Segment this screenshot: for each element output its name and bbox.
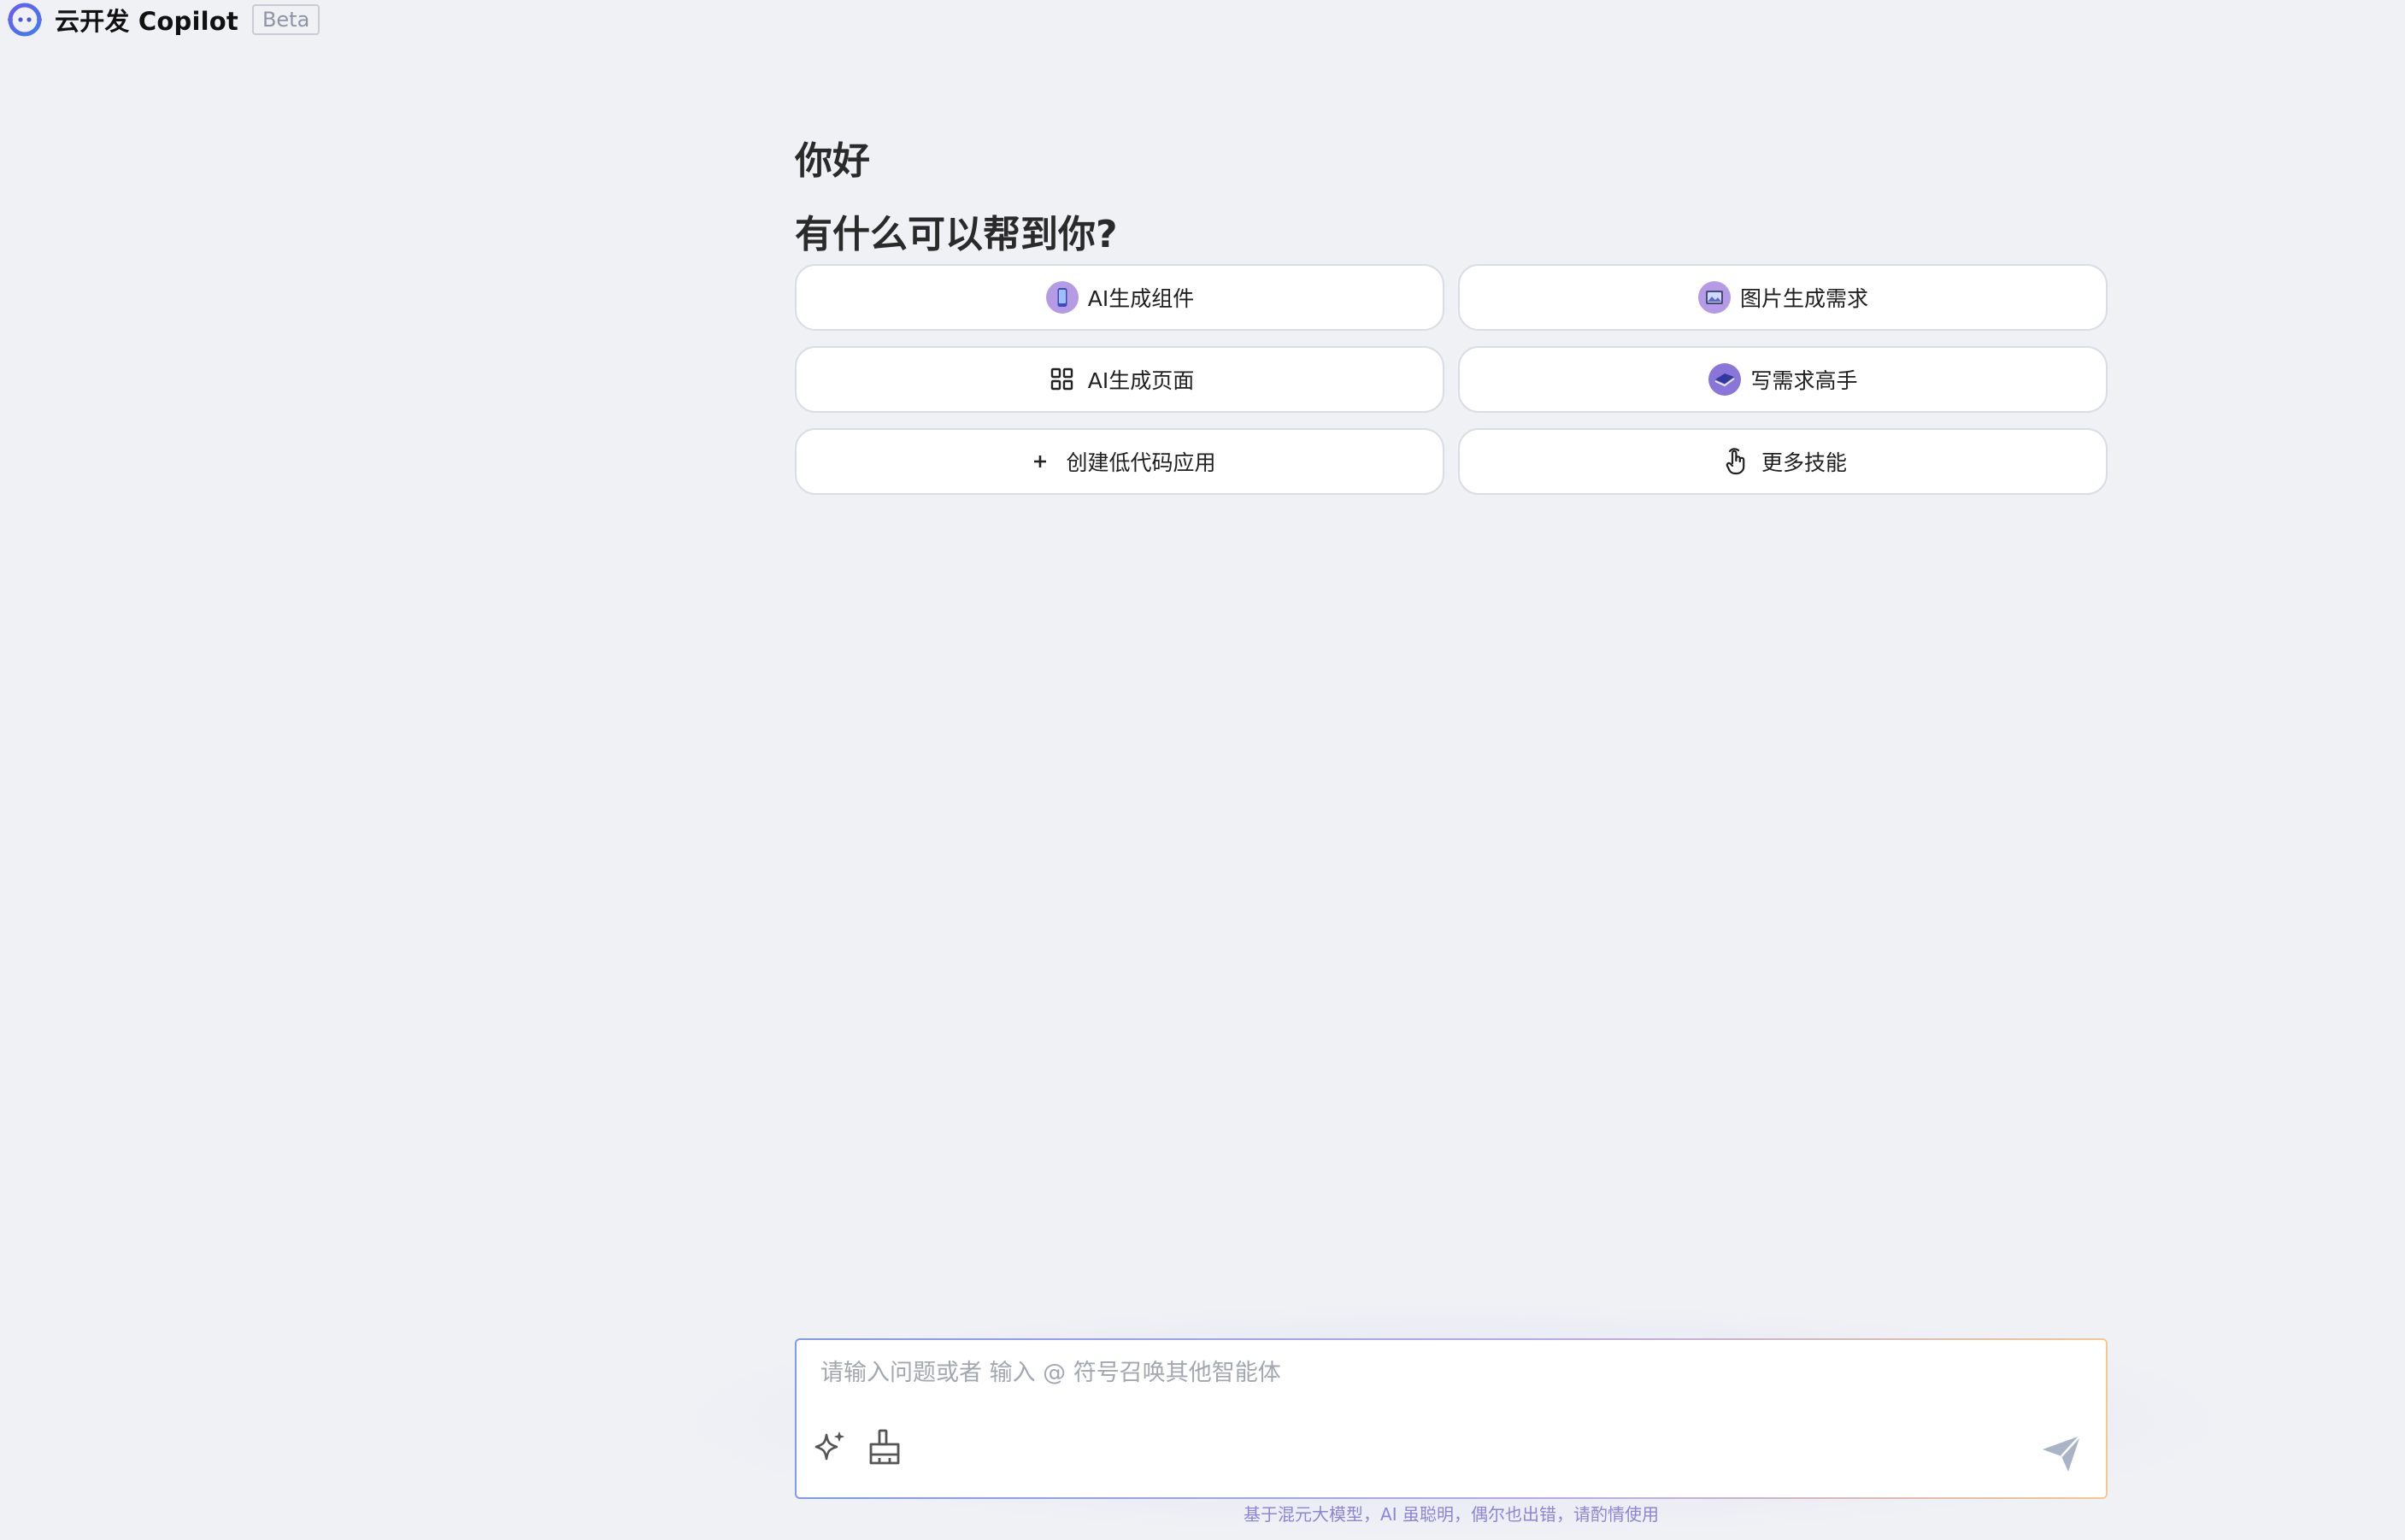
skill-button-image-requirement[interactable]: 图片生成需求	[1458, 264, 2108, 331]
skill-label: AI生成页面	[1087, 368, 1195, 393]
skill-button-ai-component[interactable]: AI生成组件	[795, 264, 1444, 331]
chat-composer	[795, 1338, 2108, 1499]
app-title: 云开发 Copilot	[55, 7, 238, 36]
skill-label: 创建低代码应用	[1066, 450, 1216, 475]
skill-label: AI生成组件	[1087, 286, 1195, 311]
skill-button-more-skills[interactable]: 更多技能	[1458, 428, 2108, 495]
sparkle-button[interactable]	[809, 1425, 851, 1468]
beta-badge: Beta	[251, 4, 320, 35]
phone-component-icon	[1045, 280, 1079, 314]
clear-button[interactable]	[863, 1425, 906, 1468]
book-icon	[1708, 362, 1742, 397]
greeting-prompt: 有什么可以帮到你?	[795, 213, 1118, 256]
disclaimer-text: 基于混元大模型，AI 虽聪明，偶尔也出错，请酌情使用	[1244, 1504, 1659, 1525]
greeting-hello: 你好	[795, 139, 870, 183]
skill-label: 写需求高手	[1750, 368, 1858, 393]
skill-button-requirement-writer[interactable]: 写需求高手	[1458, 346, 2108, 413]
skill-button-ai-page[interactable]: AI生成页面	[795, 346, 1444, 413]
sparkle-icon	[814, 1431, 844, 1461]
app-header: 云开发 Copilot Beta	[7, 2, 320, 38]
skill-grid: AI生成组件 图片生成需求 AI生成页面 写需求高手 创建低代码应用 更多技能	[795, 264, 2108, 495]
plus-icon	[1023, 444, 1057, 479]
send-button[interactable]	[2037, 1429, 2085, 1477]
hand-pointer-icon	[1719, 444, 1753, 479]
skill-label: 图片生成需求	[1739, 286, 1868, 311]
skill-button-create-lowcode-app[interactable]: 创建低代码应用	[795, 428, 1444, 495]
copilot-face-icon[interactable]	[7, 2, 43, 38]
image-icon	[1697, 280, 1732, 314]
skill-label: 更多技能	[1761, 450, 1847, 475]
chat-input[interactable]	[819, 1359, 2070, 1387]
grid-icon	[1045, 362, 1079, 397]
broom-icon	[869, 1429, 900, 1465]
send-icon	[2043, 1435, 2081, 1472]
